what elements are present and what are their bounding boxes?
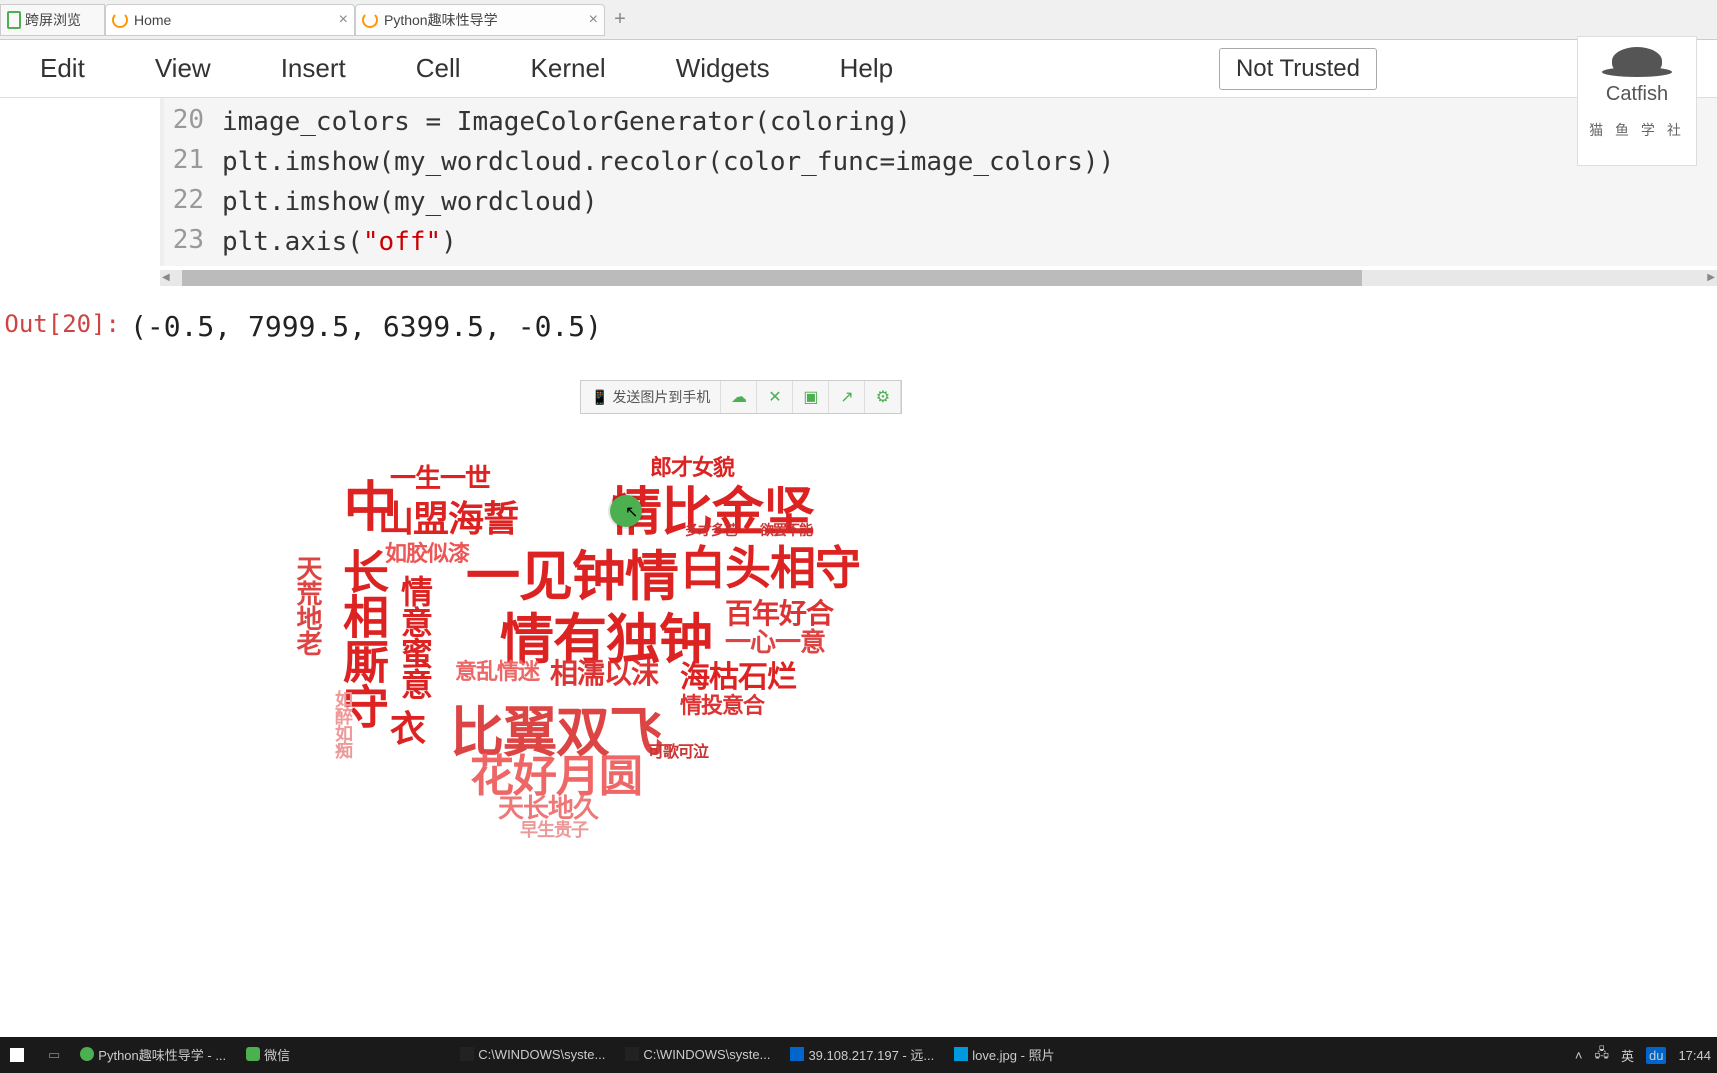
close-icon[interactable]: × xyxy=(589,11,598,29)
start-button[interactable] xyxy=(0,1037,38,1073)
cursor-arrow-icon: ↖ xyxy=(625,502,638,522)
code-line: plt.imshow(my_wordcloud.recolor(color_fu… xyxy=(222,142,1707,182)
logo-name: Catfish xyxy=(1578,83,1696,106)
screen-icon xyxy=(7,11,21,29)
cloud-button[interactable]: ☁ xyxy=(721,381,757,413)
wc-word: 衣 xyxy=(390,700,425,752)
wc-word: 中 xyxy=(326,478,405,531)
wc-word: 早生贵子 xyxy=(520,816,588,842)
menu-help[interactable]: Help xyxy=(840,53,893,84)
wc-word: 情投意合 xyxy=(680,688,764,720)
wc-word: 天荒地老 xyxy=(290,555,327,655)
phone-icon: 📱 xyxy=(591,389,608,406)
menu-view[interactable]: View xyxy=(155,53,211,84)
tab-sidebar-toggle[interactable]: 跨屏浏览 xyxy=(0,4,105,36)
wc-word: 可歌可泣 xyxy=(648,738,708,762)
menu-kernel[interactable]: Kernel xyxy=(531,53,606,84)
tab-label: Home xyxy=(134,12,331,28)
not-trusted-badge[interactable]: Not Trusted xyxy=(1219,48,1377,90)
save-button[interactable]: ▣ xyxy=(793,381,829,413)
menu-edit[interactable]: Edit xyxy=(40,53,85,84)
line-number: 23 xyxy=(154,220,204,260)
send-label: 发送图片到手机 xyxy=(612,387,710,407)
taskbar-app-360[interactable]: Python趣味性导学 - ... xyxy=(70,1037,236,1073)
image-toolbar: 📱 发送图片到手机 ☁ ✕ ▣ ↗ ⚙ xyxy=(580,380,902,414)
browser-tab-strip: 跨屏浏览 Home × Python趣味性导学 × + xyxy=(0,0,1717,40)
taskbar-app-cmd2[interactable]: C:\WINDOWS\syste... xyxy=(615,1037,780,1073)
menu-widgets[interactable]: Widgets xyxy=(676,53,770,84)
output-value: (-0.5, 7999.5, 6399.5, -0.5) xyxy=(130,310,602,343)
jupyter-icon xyxy=(362,12,378,28)
output-prompt: Out[20]: xyxy=(0,310,130,343)
notebook-cell-area: 20 21 22 23 image_colors = ImageColorGen… xyxy=(0,98,1717,343)
taskbar-app-remote[interactable]: 39.108.217.197 - 远... xyxy=(780,1037,944,1073)
wc-word: 情意蜜意 xyxy=(392,575,438,699)
tab-label: Python趣味性导学 xyxy=(384,10,581,30)
taskbar-label: 微信 xyxy=(264,1045,290,1064)
taskbar-app-photos[interactable]: love.jpg - 照片 xyxy=(944,1037,1064,1073)
taskbar-label: C:\WINDOWS\syste... xyxy=(478,1047,605,1062)
tray-app-icon[interactable]: du xyxy=(1646,1047,1666,1064)
line-gutter: 20 21 22 23 xyxy=(154,98,204,260)
wc-word: 意乱情迷 xyxy=(455,654,539,686)
code-line: plt.axis("off") xyxy=(222,222,1707,262)
code-cell[interactable]: 20 21 22 23 image_colors = ImageColorGen… xyxy=(160,98,1717,286)
taskbar-app-cmd1[interactable]: C:\WINDOWS\syste... xyxy=(450,1037,615,1073)
share-button[interactable]: ↗ xyxy=(829,381,865,413)
scroll-left-arrow[interactable]: ◀ xyxy=(162,272,170,283)
taskbar-label: 39.108.217.197 - 远... xyxy=(808,1045,934,1064)
system-tray: ˄ 🖧 英 du 17:44 xyxy=(1569,1044,1717,1066)
fullscreen-button[interactable]: ✕ xyxy=(757,381,793,413)
taskbar-app-wechat[interactable]: 微信 xyxy=(236,1037,300,1073)
wc-word: 如胶似漆 xyxy=(385,536,469,568)
close-icon[interactable]: × xyxy=(339,11,348,29)
logo-subtitle: 猫 鱼 学 社 xyxy=(1578,120,1696,140)
windows-taskbar: ▭ Python趣味性导学 - ... 微信 C:\WINDOWS\syste.… xyxy=(0,1037,1717,1073)
output-row: Out[20]: (-0.5, 7999.5, 6399.5, -0.5) xyxy=(0,310,1717,343)
tab-home[interactable]: Home × xyxy=(105,4,355,36)
line-number: 22 xyxy=(154,180,204,220)
horizontal-scrollbar[interactable]: ◀ ▶ xyxy=(160,270,1717,286)
taskbar-label: C:\WINDOWS\syste... xyxy=(643,1047,770,1062)
scroll-right-arrow[interactable]: ▶ xyxy=(1707,272,1715,283)
taskbar-label: Python趣味性导学 - ... xyxy=(98,1045,226,1064)
wordcloud-output: 郎才女貌 一生一世 情比金坚 山盟海誓 多才多艺 欲罢不能 如胶似漆 一见钟情 … xyxy=(270,440,920,920)
jupyter-icon xyxy=(112,12,128,28)
wc-word: 相濡以沫 xyxy=(550,652,658,692)
new-tab-button[interactable]: + xyxy=(605,8,635,31)
wc-word: 白头相守 xyxy=(680,532,860,598)
settings-button[interactable]: ⚙ xyxy=(865,381,901,413)
code-line: plt.imshow(my_wordcloud) xyxy=(222,182,1707,222)
send-to-phone-button[interactable]: 📱 发送图片到手机 xyxy=(581,381,721,413)
clock[interactable]: 17:44 xyxy=(1678,1048,1711,1063)
scrollbar-thumb[interactable] xyxy=(182,270,1362,286)
catfish-icon xyxy=(1612,47,1662,75)
code-editor[interactable]: 20 21 22 23 image_colors = ImageColorGen… xyxy=(160,98,1717,266)
tray-network-icon[interactable]: 🖧 xyxy=(1594,1044,1609,1066)
tab-label: 跨屏浏览 xyxy=(25,10,81,30)
line-number: 20 xyxy=(154,100,204,140)
wc-word: 如醉如痴 xyxy=(330,690,356,758)
menu-cell[interactable]: Cell xyxy=(416,53,461,84)
line-number: 21 xyxy=(154,140,204,180)
tab-notebook[interactable]: Python趣味性导学 × xyxy=(355,4,605,36)
kernel-logo: Catfish 猫 鱼 学 社 xyxy=(1577,36,1697,166)
code-line: image_colors = ImageColorGenerator(color… xyxy=(222,102,1707,142)
notebook-menubar: Edit View Insert Cell Kernel Widgets Hel… xyxy=(0,40,1717,98)
menu-insert[interactable]: Insert xyxy=(281,53,346,84)
taskbar-label: love.jpg - 照片 xyxy=(972,1045,1054,1064)
tray-chevron-icon[interactable]: ˄ xyxy=(1575,1048,1583,1063)
ime-indicator[interactable]: 英 xyxy=(1621,1046,1634,1065)
taskview-button[interactable]: ▭ xyxy=(38,1037,70,1073)
